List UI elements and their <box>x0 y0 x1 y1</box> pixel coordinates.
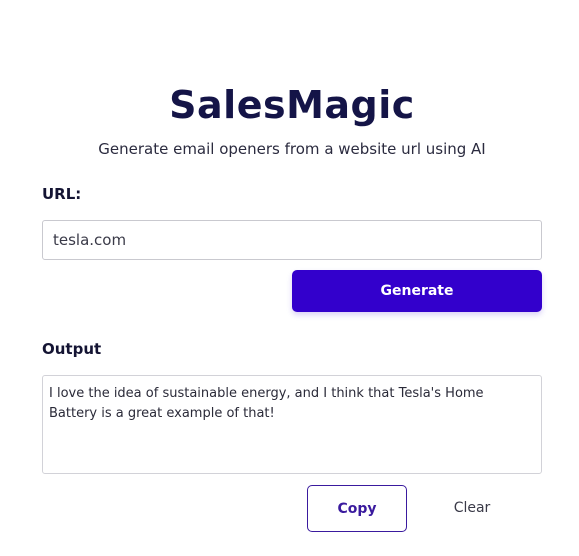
output-textarea[interactable]: I love the idea of sustainable energy, a… <box>42 375 542 474</box>
url-label: URL: <box>42 185 82 203</box>
app-title: SalesMagic <box>169 83 415 128</box>
generate-button[interactable]: Generate <box>292 270 542 312</box>
copy-button[interactable]: Copy <box>307 485 407 532</box>
url-input[interactable] <box>42 220 542 260</box>
clear-button[interactable]: Clear <box>432 490 512 526</box>
output-label: Output <box>42 340 102 358</box>
app-subtitle: Generate email openers from a website ur… <box>98 140 486 158</box>
